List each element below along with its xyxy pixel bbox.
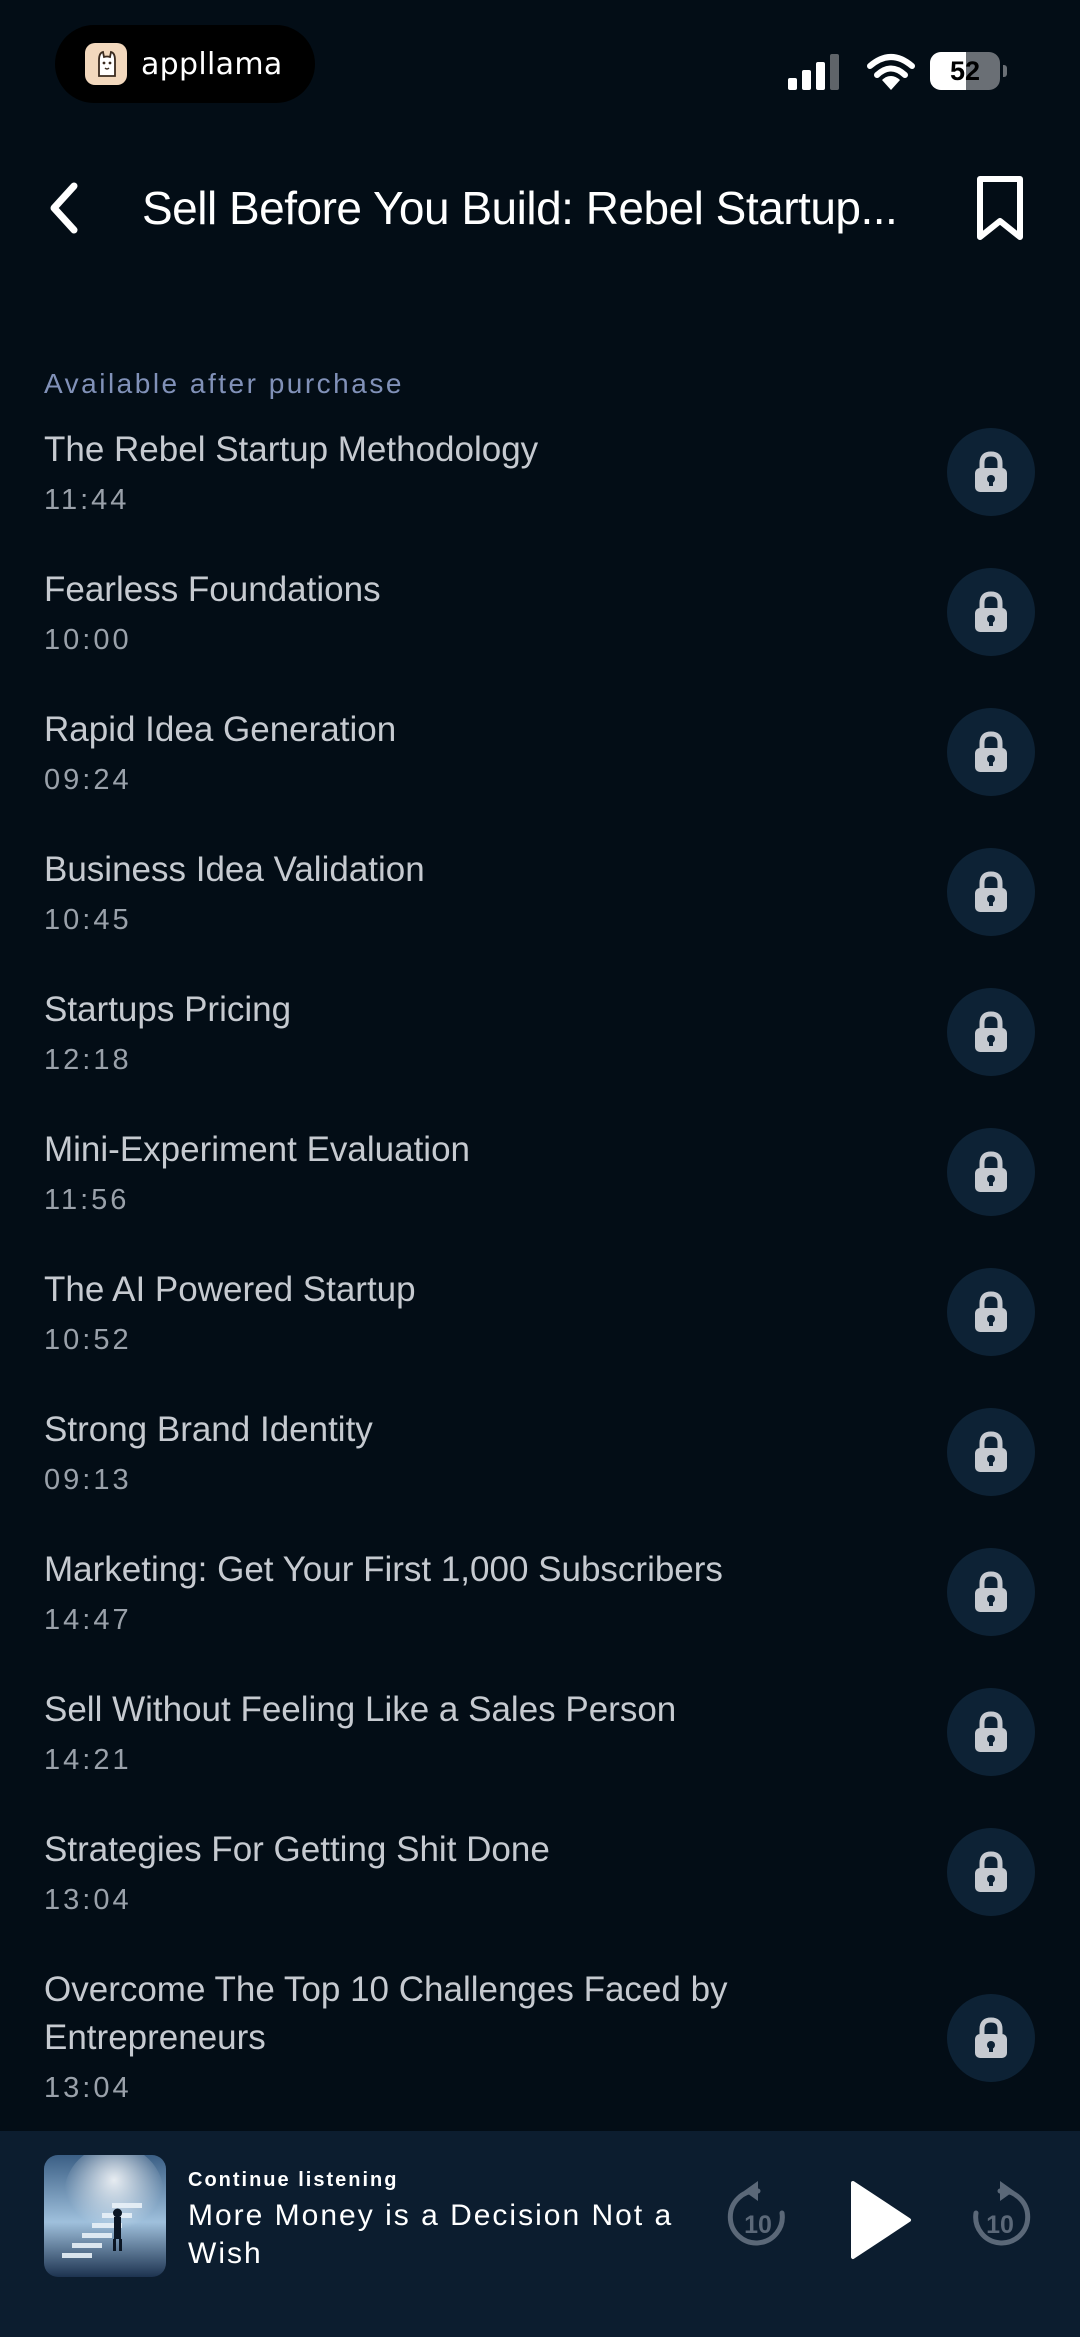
lock-button[interactable] xyxy=(947,1268,1035,1356)
lock-button[interactable] xyxy=(947,568,1035,656)
chapter-title: Marketing: Get Your First 1,000 Subscrib… xyxy=(44,1550,723,1589)
forward-10-icon[interactable]: 10 xyxy=(962,2177,1038,2261)
chapter-list: The Rebel Startup Methodology 11:44 Fear… xyxy=(0,420,1080,2148)
chapter-duration: 12:18 xyxy=(44,1044,132,1076)
lock-icon xyxy=(975,1431,1007,1472)
chapter-item[interactable]: Business Idea Validation 10:45 xyxy=(0,840,1080,980)
lock-button[interactable] xyxy=(947,1828,1035,1916)
chapter-item[interactable]: The Rebel Startup Methodology 11:44 xyxy=(0,420,1080,560)
chapter-title: Strong Brand Identity xyxy=(44,1410,373,1449)
chapter-item[interactable]: Fearless Foundations 10:00 xyxy=(0,560,1080,700)
chapter-duration: 11:56 xyxy=(44,1184,130,1216)
chapter-duration: 13:04 xyxy=(44,2072,132,2104)
lock-icon xyxy=(975,1851,1007,1892)
chapter-title: Rapid Idea Generation xyxy=(44,710,397,749)
chapter-duration: 10:52 xyxy=(44,1324,132,1356)
wifi-icon xyxy=(867,54,915,90)
chapter-item[interactable]: Strategies For Getting Shit Done 13:04 xyxy=(0,1820,1080,1960)
lock-icon xyxy=(975,1571,1007,1612)
chapter-duration: 10:45 xyxy=(44,904,132,936)
chapter-item[interactable]: Startups Pricing 12:18 xyxy=(0,980,1080,1120)
chapter-duration: 09:24 xyxy=(44,764,132,796)
chapter-title: The Rebel Startup Methodology xyxy=(44,430,539,469)
replay-10-icon[interactable]: 10 xyxy=(720,2177,796,2261)
lock-button[interactable] xyxy=(947,988,1035,1076)
chapter-duration: 14:21 xyxy=(44,1744,132,1776)
replay-seconds: 10 xyxy=(744,2211,772,2239)
battery-level: 52 xyxy=(949,56,981,86)
chapter-title: Startups Pricing xyxy=(44,990,292,1029)
chapter-title: Mini-Experiment Evaluation xyxy=(44,1130,471,1169)
lock-button[interactable] xyxy=(947,428,1035,516)
chapter-item[interactable]: Rapid Idea Generation 09:24 xyxy=(0,700,1080,840)
page-title: Sell Before You Build: Rebel Startup... xyxy=(142,182,898,234)
lock-icon xyxy=(975,1711,1007,1752)
app-indicator-pill[interactable]: appllama xyxy=(55,25,315,103)
lock-button[interactable] xyxy=(947,708,1035,796)
chapter-duration: 14:47 xyxy=(44,1604,132,1636)
lock-icon xyxy=(975,731,1007,772)
chapter-title: Fearless Foundations xyxy=(44,570,381,609)
lock-button[interactable] xyxy=(947,1408,1035,1496)
chapter-item[interactable]: Sell Without Feeling Like a Sales Person… xyxy=(0,1680,1080,1820)
chapter-item[interactable]: Marketing: Get Your First 1,000 Subscrib… xyxy=(0,1540,1080,1680)
chapter-item[interactable]: Strong Brand Identity 09:13 xyxy=(0,1400,1080,1540)
chevron-left-icon[interactable] xyxy=(42,180,86,236)
continue-listening-label: Continue listening xyxy=(188,2169,399,2191)
lock-button[interactable] xyxy=(947,1548,1035,1636)
cover-art[interactable] xyxy=(44,2155,166,2277)
chapter-duration: 10:00 xyxy=(44,624,132,656)
lock-button[interactable] xyxy=(947,1688,1035,1776)
lock-icon xyxy=(975,591,1007,632)
chapter-duration: 09:13 xyxy=(44,1464,132,1496)
lock-icon xyxy=(975,1291,1007,1332)
lock-icon xyxy=(975,871,1007,912)
app-name: appllama xyxy=(141,46,283,82)
chapter-title: Strategies For Getting Shit Done xyxy=(44,1830,550,1869)
chapter-duration: 13:04 xyxy=(44,1884,132,1916)
section-label: Available after purchase xyxy=(44,368,404,399)
lock-icon xyxy=(975,2017,1007,2058)
lock-button[interactable] xyxy=(947,1994,1035,2082)
play-icon[interactable] xyxy=(845,2179,915,2261)
chapter-title: Sell Without Feeling Like a Sales Person xyxy=(44,1690,677,1729)
llama-logo-icon xyxy=(85,43,127,85)
cellular-signal-icon xyxy=(788,54,839,90)
forward-seconds: 10 xyxy=(986,2211,1014,2239)
chapter-title: The AI Powered Startup xyxy=(44,1270,416,1309)
battery-tip xyxy=(1003,65,1007,77)
lock-icon xyxy=(975,1011,1007,1052)
chapter-item[interactable]: Overcome The Top 10 Challenges Faced by … xyxy=(0,1960,1080,2148)
chapter-title: Overcome The Top 10 Challenges Faced by … xyxy=(44,1970,728,2057)
bookmark-icon[interactable] xyxy=(970,173,1030,243)
lock-button[interactable] xyxy=(947,848,1035,936)
track-title: More Money is a Decision Not a Wish xyxy=(188,2199,674,2270)
chapter-item[interactable]: Mini-Experiment Evaluation 11:56 xyxy=(0,1120,1080,1260)
mini-player[interactable]: Continue listening More Money is a Decis… xyxy=(0,2131,1080,2337)
status-bar: appllama 52 xyxy=(0,0,1080,120)
lock-button[interactable] xyxy=(947,1128,1035,1216)
battery-indicator: 52 xyxy=(930,52,1007,90)
chapter-duration: 11:44 xyxy=(44,484,130,516)
battery-body: 52 xyxy=(930,52,1000,90)
chapter-title: Business Idea Validation xyxy=(44,850,425,889)
lock-icon xyxy=(975,451,1007,492)
lock-icon xyxy=(975,1151,1007,1192)
chapter-item[interactable]: The AI Powered Startup 10:52 xyxy=(0,1260,1080,1400)
